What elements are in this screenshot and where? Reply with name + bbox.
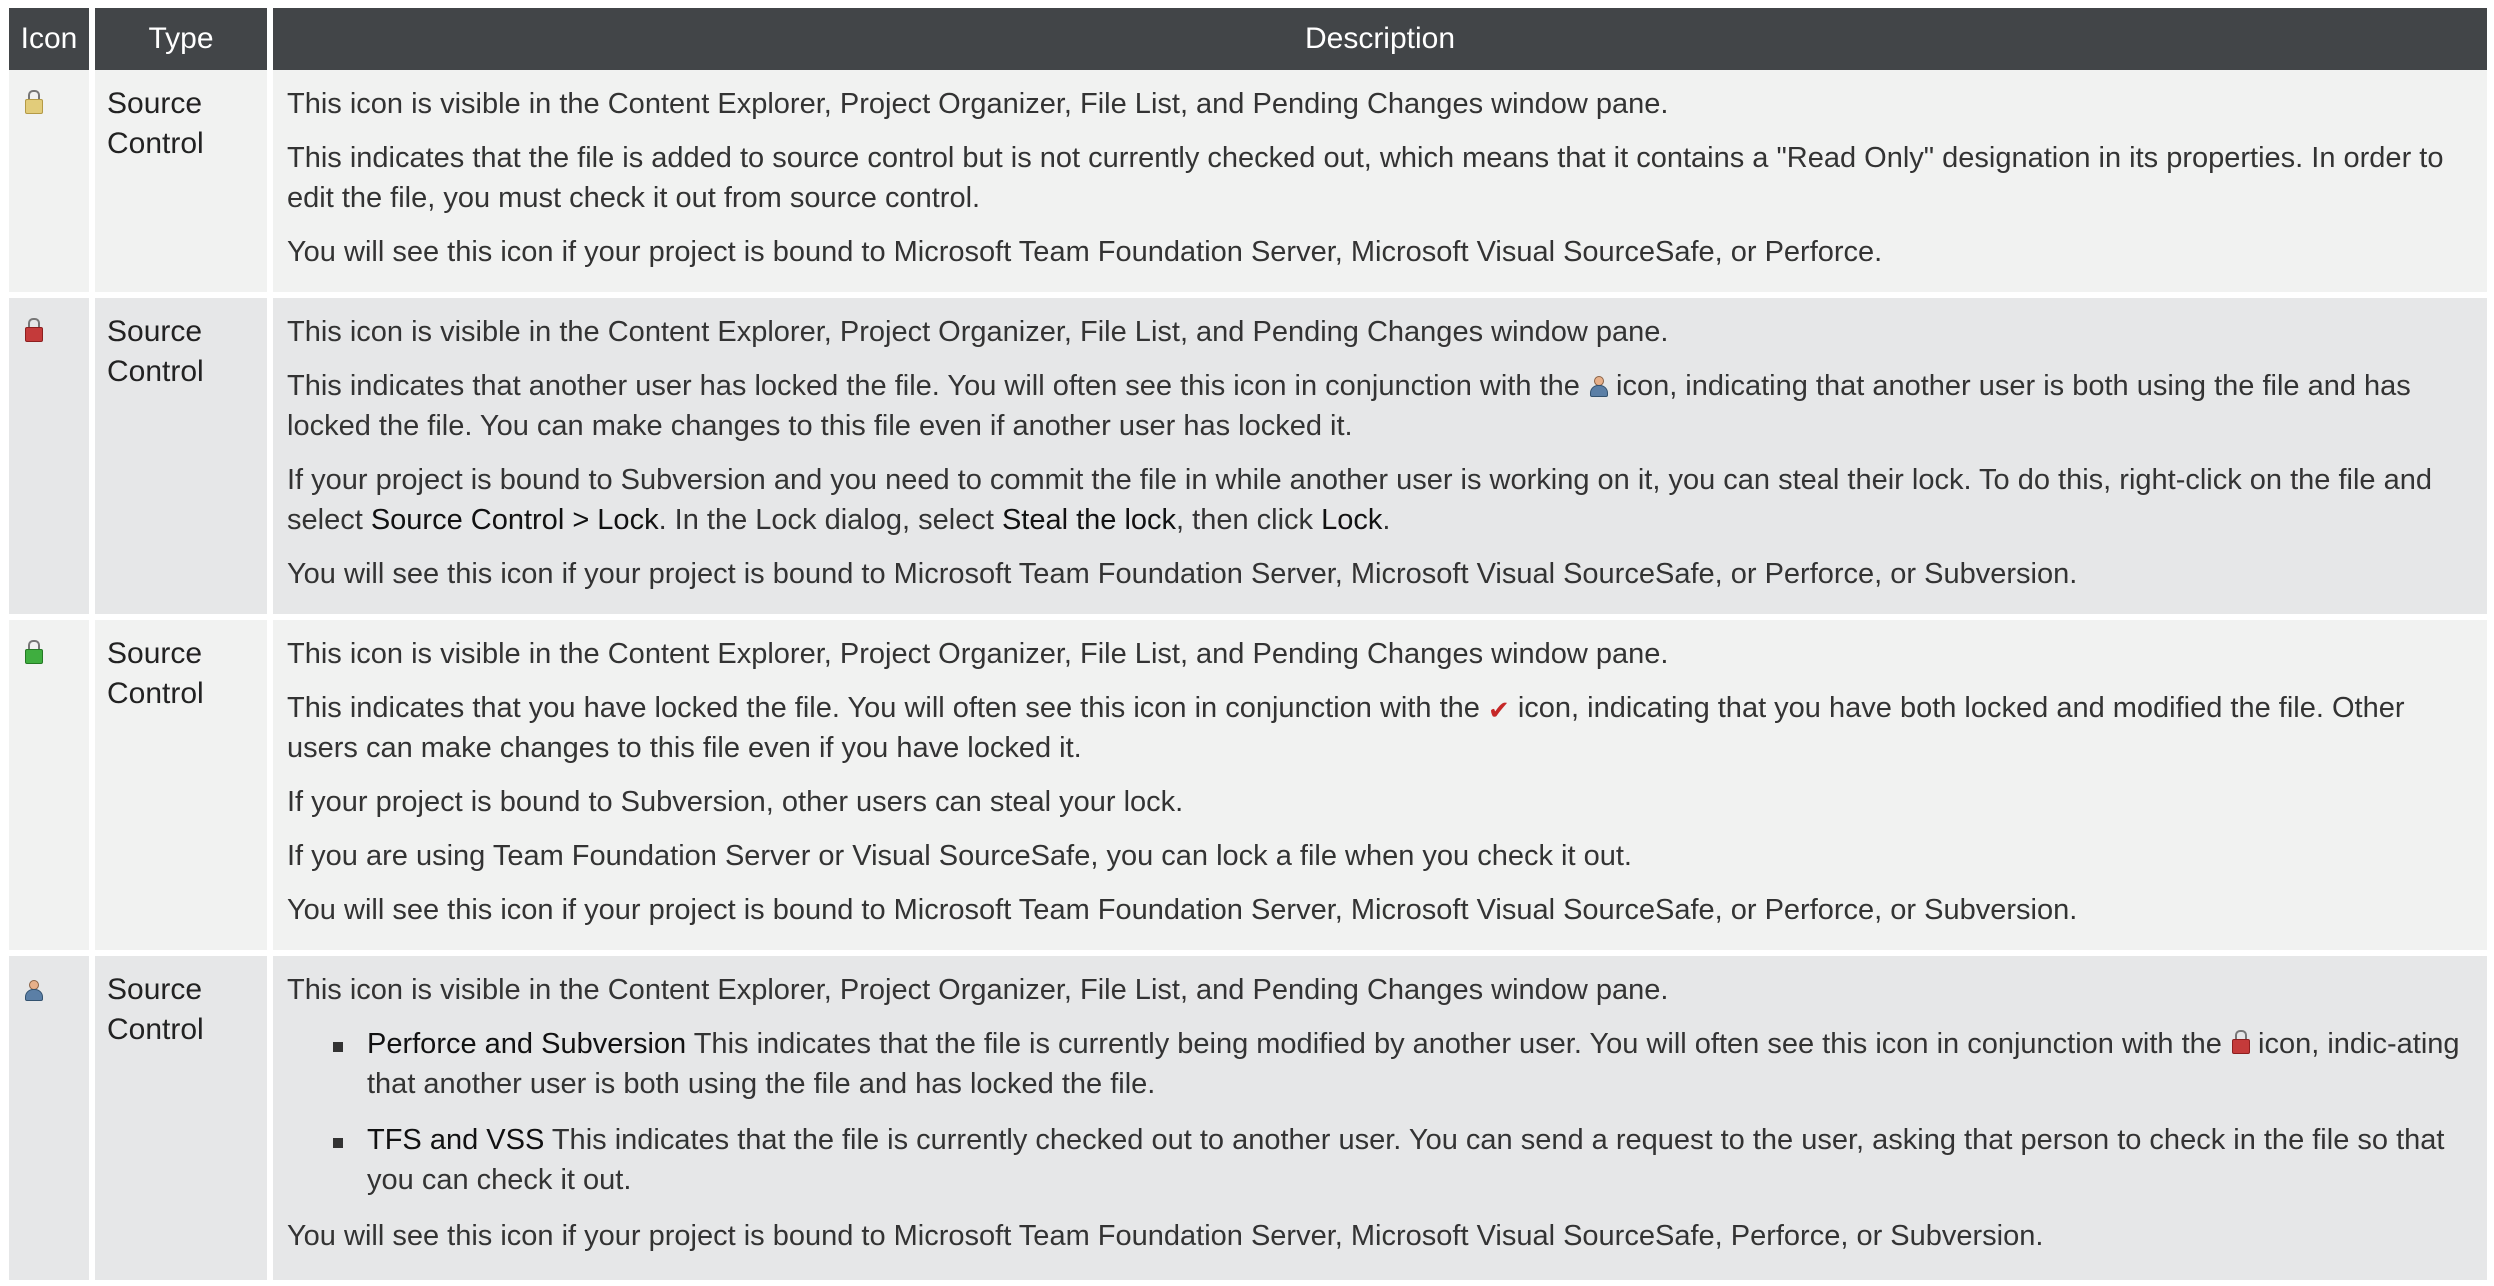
list-item-heading: Perforce and Subversion (367, 1028, 687, 1060)
description-paragraph: This icon is visible in the Content Expl… (287, 316, 1669, 348)
description-paragraph: This icon is visible in the Content Expl… (287, 974, 1669, 1006)
header-icon: Icon (9, 8, 95, 70)
text-run: . (1382, 504, 1391, 536)
icon-cell (9, 956, 95, 1286)
description-paragraph: You will see this icon if your project i… (287, 1220, 2044, 1252)
text-run: This indicates that you have locked the … (287, 692, 1488, 724)
text-run: This indicates that the file is currentl… (686, 1028, 2230, 1060)
table-header-row: Icon Type Description (9, 8, 2487, 70)
header-description: Description (273, 8, 2487, 70)
text-run: . In the Lock dialog, select (658, 504, 1002, 536)
user-icon (23, 979, 43, 1001)
description-paragraph: If you are using Team Foundation Server … (287, 840, 1632, 872)
icon-cell (9, 298, 95, 620)
description-paragraph: This indicates that another user has loc… (287, 366, 2471, 446)
icon-cell (9, 620, 95, 956)
list-item: TFS and VSS This indicates that the file… (333, 1120, 2471, 1200)
yellow-lock-icon (23, 90, 43, 115)
option-text: Steal the lock (1001, 504, 1177, 536)
description-paragraph: If your project is bound to Subversion a… (287, 460, 2471, 540)
table-row: Source Control This icon is visible in t… (9, 620, 2487, 956)
description-paragraph: You will see this icon if your project i… (287, 236, 1883, 268)
red-lock-icon (2230, 1030, 2250, 1055)
table-row: Source Control This icon is visible in t… (9, 298, 2487, 620)
description-paragraph: You will see this icon if your project i… (287, 894, 2078, 926)
source-control-icons-table: Icon Type Description Source Control Thi… (9, 8, 2487, 1286)
table-row: Source Control This icon is visible in t… (9, 956, 2487, 1286)
description-paragraph: This indicates that the file is added to… (287, 142, 2444, 214)
description-paragraph: This indicates that you have locked the … (287, 688, 2471, 768)
text-run: , then click (1176, 504, 1322, 536)
description-paragraph: This icon is visible in the Content Expl… (287, 638, 1669, 670)
table-row: Source Control This icon is visible in t… (9, 70, 2487, 298)
type-cell: Source Control (95, 298, 273, 620)
header-type: Type (95, 8, 273, 70)
bullet-list: Perforce and Subversion This indicates t… (287, 1024, 2471, 1200)
checkmark-icon: ✔ (1488, 696, 1510, 726)
text-run: This indicates that another user has loc… (287, 370, 1588, 402)
description-cell: This icon is visible in the Content Expl… (273, 298, 2487, 620)
button-text: Lock (1321, 504, 1383, 536)
description-cell: This icon is visible in the Content Expl… (273, 620, 2487, 956)
type-cell: Source Control (95, 70, 273, 298)
description-paragraph: If your project is bound to Subversion, … (287, 786, 1184, 818)
list-item-heading: TFS and VSS (367, 1124, 545, 1156)
type-cell: Source Control (95, 620, 273, 956)
description-paragraph: You will see this icon if your project i… (287, 558, 2078, 590)
list-item: Perforce and Subversion This indicates t… (333, 1024, 2471, 1104)
type-cell: Source Control (95, 956, 273, 1286)
description-cell: This icon is visible in the Content Expl… (273, 956, 2487, 1286)
icon-cell (9, 70, 95, 298)
description-cell: This icon is visible in the Content Expl… (273, 70, 2487, 298)
green-lock-icon (23, 640, 43, 665)
red-lock-icon (23, 318, 43, 343)
text-run: This indicates that the file is currentl… (367, 1124, 2445, 1196)
user-icon (1588, 375, 1608, 397)
description-paragraph: This icon is visible in the Content Expl… (287, 88, 1669, 120)
icons-table-wrapper: Icon Type Description Source Control Thi… (9, 8, 2487, 1286)
menu-path-text: Source Control > Lock (370, 504, 659, 536)
